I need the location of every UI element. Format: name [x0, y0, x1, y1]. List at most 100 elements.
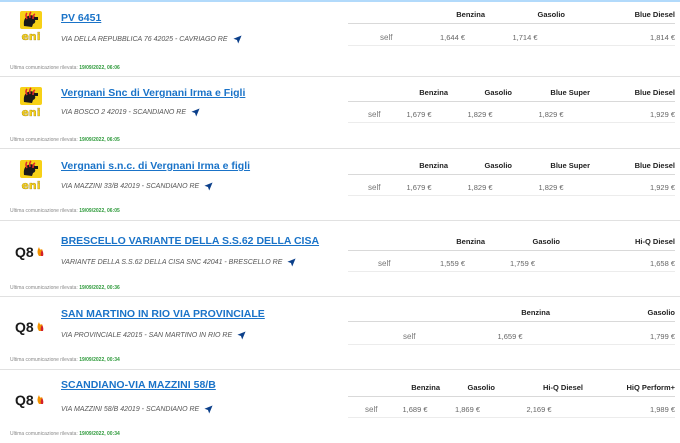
fuel-type-header: Blue Diesel	[634, 88, 675, 97]
address-text: VIA PROVINCIALE 42015 - SAN MARTINO IN R…	[61, 332, 233, 339]
fuel-type-header: Gasolio	[532, 237, 560, 246]
fuel-type-header: Gasolio	[647, 308, 675, 317]
timestamp-value: 19/09/2022, 00:36	[79, 285, 120, 291]
svg-text:Q8: Q8	[15, 392, 34, 408]
station-name-link[interactable]: PV 6451	[61, 12, 101, 24]
fuel-type-header: Blue Super	[550, 88, 590, 97]
station-card: eni Vergnani s.n.c. di Vergnani Irma e f…	[0, 149, 680, 221]
navigate-arrow-icon[interactable]	[204, 182, 213, 191]
service-type: self	[403, 332, 416, 341]
fuel-price: 1,659 €	[497, 332, 523, 341]
svg-text:eni: eni	[21, 30, 40, 43]
station-name-link[interactable]: SCANDIANO-VIA MAZZINI 58/B	[61, 379, 216, 391]
fuel-price: 1,759 €	[509, 259, 536, 268]
timestamp-label: Ultima comunicazione rilevata:	[10, 285, 78, 291]
fuel-price: 2,169 €	[526, 405, 552, 414]
q8-logo: Q8	[14, 310, 48, 344]
fuel-price: 1,559 €	[439, 259, 466, 268]
timestamp-label: Ultima comunicazione rilevata:	[10, 65, 78, 71]
fuel-price: 1,929 €	[649, 183, 675, 192]
service-type: self	[378, 259, 391, 268]
address-text: VIA MAZZINI 58/B 42019 - SCANDIANO RE	[61, 406, 200, 413]
svg-text:Q8: Q8	[15, 244, 34, 260]
eni-logo: eni	[14, 158, 48, 192]
svg-text:Q8: Q8	[15, 319, 34, 335]
timestamp-value: 19/09/2022, 00:34	[79, 431, 120, 437]
fuel-type-header: Benzina	[419, 161, 448, 170]
address-text: VIA BOSCO 2 42019 - SCANDIANO RE	[61, 109, 187, 116]
station-name-link[interactable]: SAN MARTINO IN RIO VIA PROVINCIALE	[61, 308, 265, 320]
fuel-price: 1,644 €	[439, 33, 466, 42]
price-row-divider	[348, 271, 675, 272]
last-update: Ultima comunicazione rilevata: 19/09/202…	[10, 65, 120, 71]
eni-logo: eni	[14, 9, 48, 43]
navigate-arrow-icon[interactable]	[287, 258, 296, 267]
fuel-price: 1,869 €	[454, 405, 481, 414]
service-type: self	[365, 405, 378, 414]
last-update: Ultima comunicazione rilevata: 19/09/202…	[10, 208, 120, 214]
timestamp-label: Ultima comunicazione rilevata:	[10, 357, 78, 363]
station-card: Q8 SAN MARTINO IN RIO VIA PROVINCIALE VIA…	[0, 296, 680, 370]
fuel-price: 1,829 €	[538, 183, 564, 192]
last-update: Ultima comunicazione rilevata: 19/09/202…	[10, 357, 120, 363]
station-address: VIA PROVINCIALE 42015 - SAN MARTINO IN R…	[61, 331, 246, 340]
svg-text:eni: eni	[21, 106, 40, 119]
q8-logo: Q8	[14, 383, 48, 417]
fuel-price: 1,658 €	[649, 259, 675, 268]
address-text: VIA DELLA REPUBBLICA 76 42025 - CAVRIAGO…	[61, 36, 228, 43]
fuel-type-header: HiQ Perform+	[626, 383, 675, 392]
fuel-type-header: Hi-Q Diesel	[542, 383, 583, 392]
fuel-price: 1,799 €	[649, 332, 675, 341]
fuel-type-header: Benzina	[456, 237, 485, 246]
fuel-type-header: Blue Diesel	[634, 10, 675, 19]
price-row-divider	[348, 417, 675, 418]
fuel-type-header: Blue Diesel	[634, 161, 675, 170]
fuel-price: 1,929 €	[649, 110, 675, 119]
timestamp-value: 19/09/2022, 06:05	[79, 137, 120, 143]
price-row-divider	[348, 122, 675, 123]
station-name-link[interactable]: Vergnani s.n.c. di Vergnani Irma e figli	[61, 160, 250, 172]
station-card: Q8 SCANDIANO-VIA MAZZINI 58/B VIA MAZZINI…	[0, 369, 680, 443]
fuel-price: 1,679 €	[406, 183, 432, 192]
station-name-link[interactable]: BRESCELLO VARIANTE DELLA S.S.62 DELLA CI…	[61, 235, 319, 247]
fuel-type-header: Benzina	[456, 10, 485, 19]
fuel-price: 1,714 €	[512, 33, 538, 42]
fuel-type-header: Hi-Q Diesel	[634, 237, 675, 246]
timestamp-label: Ultima comunicazione rilevata:	[10, 431, 78, 437]
q8-logo: Q8	[14, 235, 48, 269]
station-address: VIA MAZZINI 33/B 42019 - SCANDIANO RE	[61, 182, 213, 191]
navigate-arrow-icon[interactable]	[191, 108, 200, 117]
timestamp-value: 19/09/2022, 06:06	[79, 65, 120, 71]
fuel-type-header: Blue Super	[550, 161, 590, 170]
svg-text:eni: eni	[21, 179, 40, 192]
fuel-type-header: Benzina	[411, 383, 440, 392]
navigate-arrow-icon[interactable]	[232, 35, 242, 44]
station-address: VIA BOSCO 2 42019 - SCANDIANO RE	[61, 108, 200, 117]
timestamp-label: Ultima comunicazione rilevata:	[10, 208, 78, 214]
fuel-price: 1,814 €	[649, 33, 675, 42]
last-update: Ultima comunicazione rilevata: 19/09/202…	[10, 431, 120, 437]
station-name-link[interactable]: Vergnani Snc di Vergnani Irma e Figli	[61, 87, 245, 99]
timestamp-value: 19/09/2022, 06:05	[79, 208, 120, 214]
address-text: VIA MAZZINI 33/B 42019 - SCANDIANO RE	[61, 183, 200, 190]
navigate-arrow-icon[interactable]	[204, 405, 213, 414]
navigate-arrow-icon[interactable]	[237, 331, 246, 340]
timestamp-label: Ultima comunicazione rilevata:	[10, 137, 78, 143]
service-type: self	[368, 183, 381, 192]
fuel-type-header: Gasolio	[467, 383, 495, 392]
station-card: Q8 BRESCELLO VARIANTE DELLA S.S.62 DELLA…	[0, 221, 680, 297]
fuel-price: 1,829 €	[538, 110, 564, 119]
fuel-type-header: Benzina	[521, 308, 550, 317]
station-address: VARIANTE DELLA S.S.62 DELLA CISA SNC 420…	[61, 258, 296, 267]
last-update: Ultima comunicazione rilevata: 19/09/202…	[10, 285, 120, 291]
fuel-price: 1,989 €	[649, 405, 675, 414]
fuel-price: 1,689 €	[402, 405, 428, 414]
fuel-price: 1,829 €	[467, 110, 493, 119]
station-address: VIA MAZZINI 58/B 42019 - SCANDIANO RE	[61, 405, 213, 414]
station-card: eni PV 6451 VIA DELLA REPUBBLICA 76 42025…	[0, 0, 680, 77]
fuel-type-header: Gasolio	[484, 161, 512, 170]
address-text: VARIANTE DELLA S.S.62 DELLA CISA SNC 420…	[61, 259, 283, 266]
fuel-type-header: Benzina	[419, 88, 448, 97]
station-address: VIA DELLA REPUBBLICA 76 42025 - CAVRIAGO…	[61, 35, 242, 44]
fuel-price: 1,829 €	[467, 183, 493, 192]
